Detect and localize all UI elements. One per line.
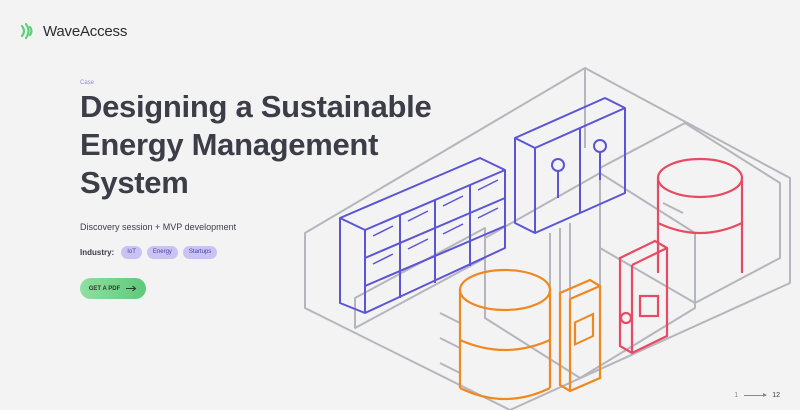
- pager-total[interactable]: 12: [772, 392, 780, 399]
- get-pdf-label: GET A PDF: [88, 285, 121, 292]
- partition-wall-right: [599, 122, 781, 304]
- case-label: Case: [80, 80, 95, 86]
- tag-startups[interactable]: Startups: [182, 246, 218, 259]
- arrow-right-icon: [126, 285, 137, 292]
- arrow-right-icon[interactable]: [744, 393, 768, 397]
- energy-room-illustration: [304, 67, 791, 410]
- industry-tags: Industry: IoT Energy Startups: [80, 246, 218, 259]
- tag-energy[interactable]: Energy: [146, 246, 178, 259]
- orange-tank-top: [458, 268, 552, 312]
- brand-logo[interactable]: WaveAccess: [19, 22, 127, 40]
- industry-label: Industry:: [80, 248, 115, 257]
- brand-name: WaveAccess: [43, 22, 128, 40]
- tag-iot[interactable]: IoT: [121, 246, 142, 259]
- room-floor-outline: [304, 67, 791, 410]
- pager-current[interactable]: 1: [734, 392, 738, 399]
- pagination: 1 12: [734, 392, 780, 399]
- get-pdf-button[interactable]: GET A PDF: [80, 278, 146, 299]
- red-tank-top: [656, 157, 744, 199]
- page-subtitle: Discovery session + MVP development: [80, 222, 237, 232]
- wave-signal-icon: [20, 22, 33, 40]
